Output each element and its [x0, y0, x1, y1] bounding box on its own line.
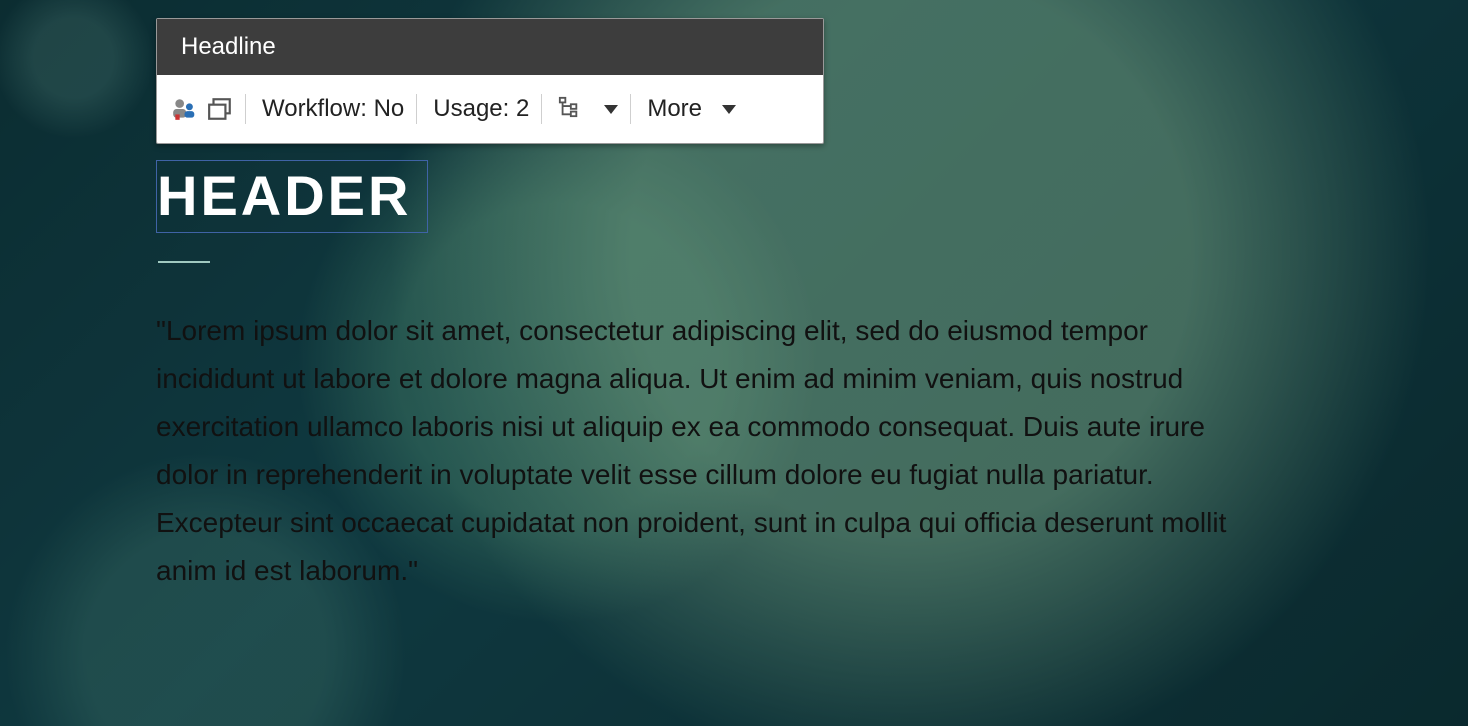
- user-button[interactable]: [171, 96, 197, 122]
- body-text: "Lorem ipsum dolor sit amet, consectetur…: [156, 307, 1236, 595]
- usage-button[interactable]: Usage: 2: [433, 95, 529, 123]
- toolbar-row: Workflow: No Usage: 2 More: [157, 75, 823, 143]
- page-header: HEADER: [157, 164, 411, 227]
- separator: [245, 94, 246, 124]
- edit-toolbar: Headline Workflo: [156, 18, 824, 144]
- toolbar-title: Headline: [157, 19, 823, 75]
- header-selection[interactable]: HEADER: [156, 160, 428, 233]
- separator: [541, 94, 542, 124]
- tree-icon: [558, 96, 584, 122]
- workflow-button[interactable]: Workflow: No: [262, 95, 404, 123]
- separator: [416, 94, 417, 124]
- user-icon: [171, 96, 197, 122]
- workflow-label: Workflow: No: [262, 95, 404, 123]
- more-label: More: [647, 95, 702, 123]
- divider: [158, 261, 210, 263]
- more-button[interactable]: More: [647, 95, 736, 123]
- chevron-down-icon: [722, 105, 736, 114]
- window-icon: [207, 96, 233, 122]
- layout-button[interactable]: [207, 96, 233, 122]
- chevron-down-icon: [604, 105, 618, 114]
- page-content: HEADER "Lorem ipsum dolor sit amet, cons…: [156, 160, 1236, 595]
- tree-button[interactable]: [558, 96, 618, 122]
- usage-label: Usage: 2: [433, 95, 529, 123]
- separator: [630, 94, 631, 124]
